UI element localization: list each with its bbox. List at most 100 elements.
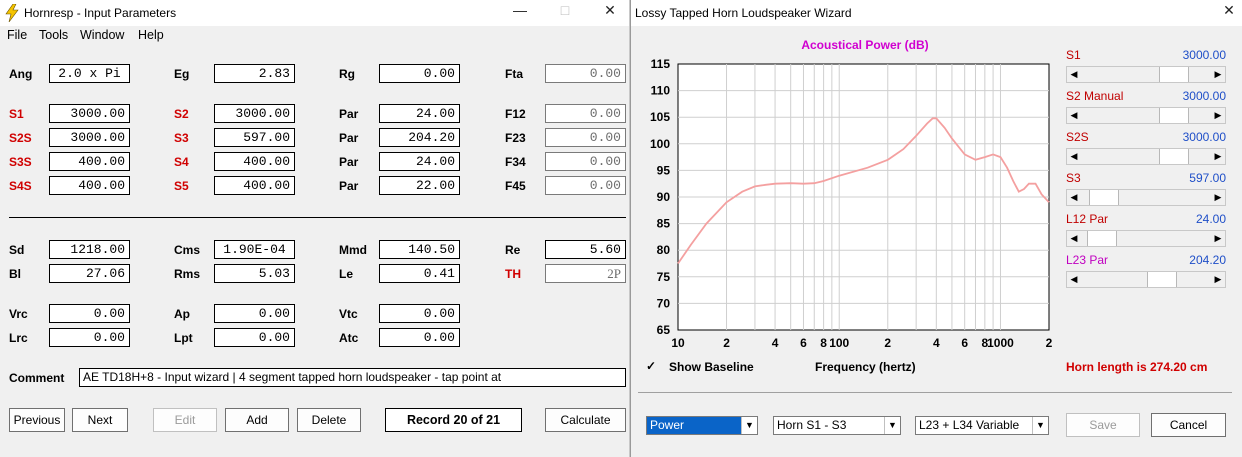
field-s2[interactable]: 3000.00: [214, 104, 295, 123]
show-baseline-label: Show Baseline: [669, 360, 754, 374]
field-s3s[interactable]: 400.00: [49, 152, 130, 171]
slider-track[interactable]: ◀ ▶: [1066, 271, 1226, 288]
field-rms[interactable]: 5.03: [214, 264, 295, 283]
show-baseline-checkbox[interactable]: ✓: [646, 360, 658, 372]
chevron-right-icon[interactable]: ▶: [1211, 149, 1225, 164]
field-eg[interactable]: 2.83: [214, 64, 295, 83]
field-fta[interactable]: 0.00: [545, 64, 626, 83]
chevron-left-icon[interactable]: ◀: [1067, 272, 1081, 287]
field-s1[interactable]: 3000.00: [49, 104, 130, 123]
field-ang[interactable]: 2.0 x Pi: [49, 64, 130, 83]
chevron-left-icon[interactable]: ◀: [1067, 67, 1081, 82]
field-f34[interactable]: 0.00: [545, 152, 626, 171]
right-window-title: Lossy Tapped Horn Loudspeaker Wizard: [635, 6, 852, 20]
add-button[interactable]: Add: [225, 408, 289, 432]
label-par-2: Par: [339, 131, 359, 145]
field-par-2[interactable]: 204.20: [379, 128, 460, 147]
mode-select[interactable]: Power ▼: [646, 416, 758, 435]
field-lrc[interactable]: 0.00: [49, 328, 130, 347]
chevron-left-icon[interactable]: ◀: [1067, 108, 1081, 123]
field-par-3[interactable]: 24.00: [379, 152, 460, 171]
x-tick-label: 100: [829, 336, 849, 350]
slider-track[interactable]: ◀ ▶: [1066, 148, 1226, 165]
calculate-button[interactable]: Calculate: [545, 408, 626, 432]
previous-button[interactable]: Previous: [9, 408, 65, 432]
maximize-button[interactable]: □: [555, 2, 575, 18]
field-vtc[interactable]: 0.00: [379, 304, 460, 323]
x-tick-label: 4: [772, 336, 779, 350]
chevron-left-icon[interactable]: ◀: [1067, 190, 1081, 205]
x-tick-label: 1000: [987, 336, 1014, 350]
next-button[interactable]: Next: [72, 408, 128, 432]
slider-thumb[interactable]: [1159, 67, 1189, 82]
label-mmd: Mmd: [339, 243, 367, 257]
slider-thumb[interactable]: [1089, 190, 1119, 205]
chevron-down-icon: ▼: [741, 417, 757, 434]
chevron-right-icon[interactable]: ▶: [1211, 190, 1225, 205]
slider-label: S2 Manual: [1066, 89, 1124, 103]
field-le[interactable]: 0.41: [379, 264, 460, 283]
menu-tools[interactable]: Tools: [39, 28, 68, 42]
close-button[interactable]: ✕: [600, 2, 620, 19]
field-par-4[interactable]: 22.00: [379, 176, 460, 195]
menu-bar: File Tools Window Help: [0, 26, 630, 44]
save-button[interactable]: Save: [1066, 413, 1140, 437]
label-fta: Fta: [505, 67, 523, 81]
x-tick-label: 6: [800, 336, 807, 350]
slider-track[interactable]: ◀ ▶: [1066, 230, 1226, 247]
slider-thumb[interactable]: [1159, 108, 1189, 123]
field-re[interactable]: 5.60: [545, 240, 626, 259]
field-sd[interactable]: 1218.00: [49, 240, 130, 259]
x-tick-label: 6: [961, 336, 968, 350]
field-s4s[interactable]: 400.00: [49, 176, 130, 195]
cancel-button[interactable]: Cancel: [1151, 413, 1226, 437]
field-par-1[interactable]: 24.00: [379, 104, 460, 123]
variable-select[interactable]: L23 + L34 Variable ▼: [915, 416, 1049, 435]
menu-window[interactable]: Window: [80, 28, 124, 42]
label-s2: S2: [174, 107, 189, 121]
chevron-right-icon[interactable]: ▶: [1211, 231, 1225, 246]
slider-label: L12 Par: [1066, 212, 1109, 226]
mode-select-value: Power: [650, 418, 685, 432]
slider-track[interactable]: ◀ ▶: [1066, 66, 1226, 83]
menu-file[interactable]: File: [7, 28, 27, 42]
field-s4[interactable]: 400.00: [214, 152, 295, 171]
field-f45[interactable]: 0.00: [545, 176, 626, 195]
slider-track[interactable]: ◀ ▶: [1066, 107, 1226, 124]
minimize-button[interactable]: —: [510, 2, 530, 18]
x-tick-label: 10: [671, 336, 685, 350]
chevron-left-icon[interactable]: ◀: [1067, 231, 1081, 246]
field-f12[interactable]: 0.00: [545, 104, 626, 123]
slider-thumb[interactable]: [1147, 272, 1177, 287]
chevron-left-icon[interactable]: ◀: [1067, 149, 1081, 164]
field-atc[interactable]: 0.00: [379, 328, 460, 347]
chevron-right-icon[interactable]: ▶: [1211, 272, 1225, 287]
record-indicator: Record 20 of 21: [385, 408, 522, 432]
field-th[interactable]: 2P: [545, 264, 626, 283]
field-vrc[interactable]: 0.00: [49, 304, 130, 323]
chevron-right-icon[interactable]: ▶: [1211, 67, 1225, 82]
slider-thumb[interactable]: [1159, 149, 1189, 164]
field-bl[interactable]: 27.06: [49, 264, 130, 283]
label-s5: S5: [174, 179, 189, 193]
field-cms[interactable]: 1.90E-04: [214, 240, 295, 259]
horn-select[interactable]: Horn S1 - S3 ▼: [773, 416, 901, 435]
field-rg[interactable]: 0.00: [379, 64, 460, 83]
field-mmd[interactable]: 140.50: [379, 240, 460, 259]
field-f23[interactable]: 0.00: [545, 128, 626, 147]
field-s2s[interactable]: 3000.00: [49, 128, 130, 147]
field-lpt[interactable]: 0.00: [214, 328, 295, 347]
delete-button[interactable]: Delete: [297, 408, 361, 432]
menu-help[interactable]: Help: [138, 28, 164, 42]
field-s3[interactable]: 597.00: [214, 128, 295, 147]
field-s5[interactable]: 400.00: [214, 176, 295, 195]
comment-field[interactable]: AE TD18H+8 - Input wizard | 4 segment ta…: [79, 368, 626, 387]
slider-thumb[interactable]: [1087, 231, 1117, 246]
wizard-close-button[interactable]: ✕: [1219, 2, 1239, 19]
field-ap[interactable]: 0.00: [214, 304, 295, 323]
chevron-right-icon[interactable]: ▶: [1211, 108, 1225, 123]
slider-label: S2S: [1066, 130, 1089, 144]
slider-track[interactable]: ◀ ▶: [1066, 189, 1226, 206]
edit-button[interactable]: Edit: [153, 408, 217, 432]
variable-select-value: L23 + L34 Variable: [919, 418, 1020, 432]
